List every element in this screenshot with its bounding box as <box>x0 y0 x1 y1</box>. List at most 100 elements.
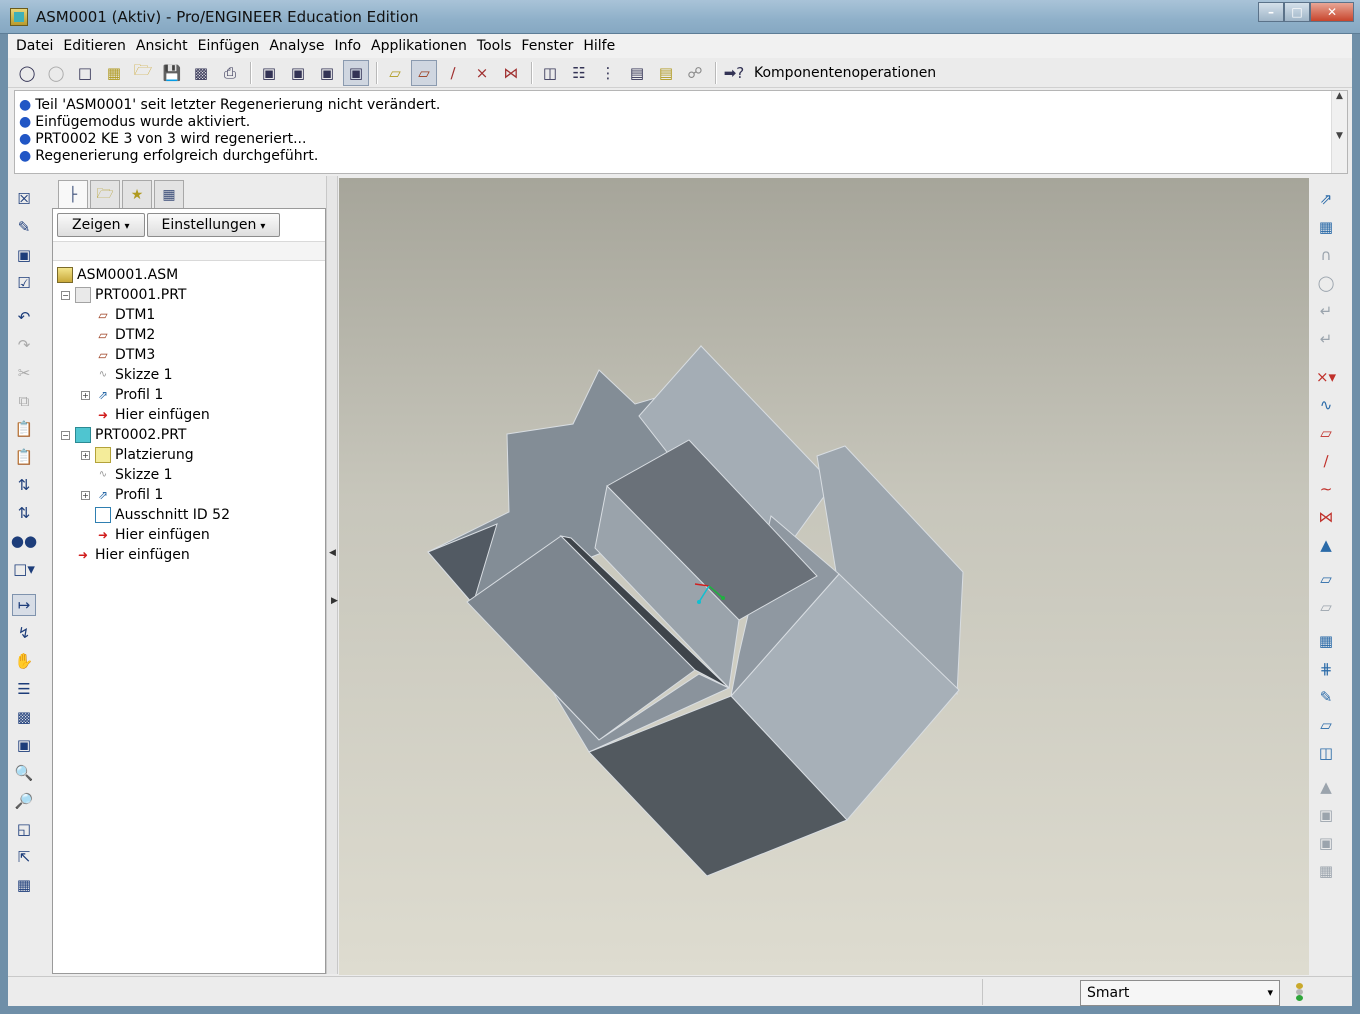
paste-special-icon[interactable]: 📋 <box>12 446 36 468</box>
disabled-new-icon[interactable]: ◯ <box>43 60 69 86</box>
regenerate-icon[interactable]: ◫ <box>537 60 563 86</box>
paste-icon[interactable]: 📋 <box>12 418 36 440</box>
sketch-curve-icon[interactable]: ∿ <box>1314 394 1338 416</box>
copy-icon[interactable]: ⧉ <box>12 390 36 412</box>
link-icon[interactable]: ☍ <box>682 60 708 86</box>
tree-node-cut-id52[interactable]: Ausschnitt ID 52 <box>57 505 230 525</box>
expand-icon[interactable]: + <box>81 490 90 500</box>
blank-page-icon[interactable]: □ <box>72 60 98 86</box>
menu-einfuegen[interactable]: Einfügen <box>194 38 264 54</box>
model-info-icon[interactable]: ☷ <box>566 60 592 86</box>
context-help-icon[interactable]: ➡? <box>721 60 747 86</box>
table-icon[interactable]: ▦ <box>1314 860 1338 882</box>
coordinate-systems-icon[interactable]: ⋈ <box>498 60 524 86</box>
datum-planes-icon[interactable]: ▱ <box>411 59 437 86</box>
tab-model-tree[interactable]: ├ <box>58 180 88 208</box>
model-player-icon[interactable]: ▤ <box>653 60 679 86</box>
save-icon[interactable]: 💾 <box>159 60 185 86</box>
collapse-left-icon[interactable]: ◀ <box>329 548 336 558</box>
tree-node-sketch1[interactable]: ∿ Skizze 1 <box>57 365 230 385</box>
panel-splitter[interactable]: ◀ ▶ <box>326 176 338 974</box>
analysis-icon[interactable]: ▲ <box>1314 534 1338 556</box>
minimize-button[interactable]: – <box>1258 2 1284 22</box>
expand-icon[interactable]: + <box>81 390 90 400</box>
datum-point-icon[interactable]: ×▾ <box>1314 366 1338 388</box>
insert-component-icon[interactable]: ▦ <box>1314 630 1338 652</box>
merge-icon[interactable]: ◫ <box>1314 742 1338 764</box>
datum-plane-icon[interactable]: ▱ <box>1314 422 1338 444</box>
assemble-component-icon[interactable]: ⇗ <box>1314 188 1338 210</box>
datum-display-icon[interactable]: ▱ <box>382 60 408 86</box>
menu-fenster[interactable]: Fenster <box>517 38 577 54</box>
print-icon[interactable]: ⎙ <box>217 60 243 86</box>
cut-out-icon[interactable]: ∩ <box>1314 244 1338 266</box>
menu-info[interactable]: Info <box>331 38 366 54</box>
tree-node-prt0002[interactable]: − PRT0002.PRT <box>57 425 230 445</box>
menu-analyse[interactable]: Analyse <box>265 38 328 54</box>
create-component-icon[interactable]: ▦ <box>1314 216 1338 238</box>
hidden-line-icon[interactable]: ▣ <box>285 60 311 86</box>
pan-hand-icon[interactable]: ✋ <box>12 650 36 672</box>
graphics-window[interactable] <box>339 178 1309 975</box>
settings-dropdown-button[interactable]: Einstellungen <box>146 213 281 237</box>
tree-node-placement[interactable]: + Platzierung <box>57 445 230 465</box>
menu-editieren[interactable]: Editieren <box>59 38 130 54</box>
named-views-icon[interactable]: ▦ <box>12 874 36 896</box>
datum-axis-icon[interactable]: ∕ <box>1314 450 1338 472</box>
relations-icon[interactable]: ⋮ <box>595 60 621 86</box>
view-manager-icon[interactable]: ▩ <box>12 706 36 728</box>
tree-node-sketch1-b[interactable]: ∿ Skizze 1 <box>57 465 230 485</box>
wireframe-icon[interactable]: ▣ <box>256 60 282 86</box>
copy-feature-icon[interactable]: ▣ <box>1314 804 1338 826</box>
tree-node-profile1[interactable]: + ⇗ Profil 1 <box>57 385 230 405</box>
collapse-icon[interactable]: − <box>61 430 70 440</box>
selection-filter-dropdown[interactable]: Smart <box>1080 980 1280 1006</box>
datum-points-icon[interactable]: × <box>469 60 495 86</box>
menu-applikationen[interactable]: Applikationen <box>367 38 471 54</box>
select-working-dir-icon[interactable]: ▦ <box>101 60 127 86</box>
menu-ansicht[interactable]: Ansicht <box>132 38 192 54</box>
new-icon[interactable]: ◯ <box>14 60 40 86</box>
zoom-out-icon[interactable]: 🔎 <box>12 790 36 812</box>
datum-axes-icon[interactable]: ∕ <box>440 60 466 86</box>
selection-box-icon[interactable]: □▾ <box>12 558 36 580</box>
datum-curve-icon[interactable]: ∼ <box>1314 478 1338 500</box>
orient-mode-icon[interactable]: ↯ <box>12 622 36 644</box>
undo-icon[interactable]: ↶ <box>12 306 36 328</box>
menu-hilfe[interactable]: Hilfe <box>579 38 619 54</box>
annotation-dim-icon[interactable]: ▱ <box>1314 596 1338 618</box>
tab-connections[interactable]: ▦ <box>154 180 184 208</box>
expand-right-icon[interactable]: ▶ <box>331 596 338 606</box>
expand-icon[interactable]: + <box>81 450 90 460</box>
coordinate-system-icon[interactable]: ⋈ <box>1314 506 1338 528</box>
spin-center-icon[interactable]: ↦ <box>12 594 36 616</box>
tree-node-dtm2[interactable]: ▱ DTM2 <box>57 325 230 345</box>
regenerate-icon[interactable]: ⇅ <box>12 474 36 496</box>
maximize-button[interactable]: □ <box>1284 2 1310 22</box>
tree-node-insert-here-b[interactable]: ➜ Hier einfügen <box>57 525 230 545</box>
cut-icon[interactable]: ✂ <box>12 362 36 384</box>
group-icon[interactable]: ▣ <box>1314 832 1338 854</box>
tree-node-asm0001[interactable]: ASM0001.ASM <box>57 265 230 285</box>
explode-icon[interactable]: ⋕ <box>1314 658 1338 680</box>
no-hidden-icon[interactable]: ▣ <box>314 60 340 86</box>
checklist-icon[interactable]: ☑ <box>12 272 36 294</box>
tab-folder-browser[interactable]: 🗁 <box>90 180 120 208</box>
collapse-icon[interactable]: − <box>61 290 70 300</box>
regeneration-manager-icon[interactable]: ⇅ <box>12 502 36 524</box>
hole-icon[interactable]: ◯ <box>1314 272 1338 294</box>
redo-icon[interactable]: ↷ <box>12 334 36 356</box>
surface-icon[interactable]: ▱ <box>1314 714 1338 736</box>
tree-node-insert-here[interactable]: ➜ Hier einfügen <box>57 405 230 425</box>
message-scrollbar[interactable]: ▲ ▼ <box>1331 91 1347 173</box>
refit-icon[interactable]: ◱ <box>12 818 36 840</box>
shading-icon[interactable]: ▣ <box>343 59 369 86</box>
shell-icon[interactable]: ↵ <box>1314 300 1338 322</box>
annotation-icon[interactable]: ▱ <box>1314 568 1338 590</box>
tree-node-profile1-b[interactable]: + ⇗ Profil 1 <box>57 485 230 505</box>
rib-icon[interactable]: ↵ <box>1314 328 1338 350</box>
tree-node-dtm1[interactable]: ▱ DTM1 <box>57 305 230 325</box>
edit-definition-icon[interactable]: ✎ <box>12 216 36 238</box>
mirror-icon[interactable]: ▲ <box>1314 776 1338 798</box>
menu-datei[interactable]: Datei <box>12 38 57 54</box>
